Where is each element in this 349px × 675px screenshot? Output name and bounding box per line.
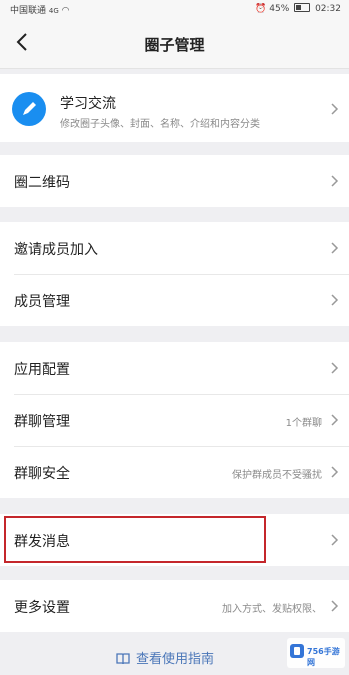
- chevron-right-icon: [331, 414, 339, 426]
- status-bar: 中国联通 4G ◠ ⏰ 45% 02:32: [0, 0, 349, 18]
- chevron-right-icon: [331, 534, 339, 546]
- status-left: 中国联通 4G ◠: [10, 3, 70, 16]
- chevron-right-icon: [331, 103, 339, 115]
- invite-members-label: 邀请成员加入: [14, 242, 98, 258]
- signal-label: 4G: [48, 7, 59, 15]
- group-chat-count: 1个群聊: [285, 418, 322, 429]
- watermark-logo-icon: [290, 644, 304, 658]
- more-settings-label: 更多设置: [14, 600, 70, 616]
- app-config-label: 应用配置: [14, 362, 70, 378]
- more-section: 更多设置 加入方式、发贴权限、: [0, 580, 349, 632]
- pencil-icon: [23, 102, 36, 115]
- group-chat-security-value: 保护群成员不受骚扰: [232, 470, 322, 481]
- nav-bar: 圈子管理: [0, 18, 349, 69]
- app-config-row[interactable]: 应用配置: [0, 342, 349, 394]
- watermark: 756手游网: [287, 638, 345, 668]
- members-section: 邀请成员加入 成员管理: [0, 222, 349, 326]
- page-title: 圈子管理: [144, 36, 205, 54]
- chevron-right-icon: [331, 242, 339, 254]
- book-icon: [116, 653, 130, 665]
- broadcast-section: 群发消息: [0, 514, 349, 566]
- qr-code-row[interactable]: 圈二维码: [0, 155, 349, 207]
- broadcast-message-label: 群发消息: [14, 534, 70, 550]
- chevron-right-icon: [331, 600, 339, 612]
- circle-avatar: [12, 92, 46, 126]
- chevron-right-icon: [331, 362, 339, 374]
- guide-link[interactable]: 查看使用指南: [116, 648, 214, 667]
- circle-info-section: 学习交流 修改圈子头像、封面、名称、介绍和内容分类: [0, 74, 349, 142]
- broadcast-message-row[interactable]: 群发消息: [0, 514, 349, 566]
- battery-percent: 45%: [269, 4, 290, 14]
- invite-members-row[interactable]: 邀请成员加入: [0, 222, 349, 274]
- battery-icon: [294, 3, 311, 12]
- group-chat-management-row[interactable]: 群聊管理 1个群聊: [0, 394, 349, 446]
- apps-section: 应用配置 群聊管理 1个群聊 群聊安全 保护群成员不受骚扰: [0, 342, 349, 498]
- chevron-right-icon: [331, 294, 339, 306]
- group-chat-management-label: 群聊管理: [14, 414, 70, 430]
- group-chat-security-row[interactable]: 群聊安全 保护群成员不受骚扰: [0, 446, 349, 498]
- member-management-label: 成员管理: [14, 294, 70, 310]
- watermark-text: 756手游网: [307, 647, 340, 667]
- more-settings-value: 加入方式、发贴权限、: [222, 604, 322, 615]
- alarm-icon: ⏰: [255, 4, 267, 14]
- group-chat-security-label: 群聊安全: [14, 466, 70, 482]
- status-right: ⏰ 45% 02:32: [255, 3, 341, 14]
- guide-label: 查看使用指南: [136, 652, 215, 667]
- chevron-right-icon: [331, 466, 339, 478]
- carrier-label: 中国联通: [10, 6, 47, 16]
- qr-code-label: 圈二维码: [14, 175, 70, 191]
- clock: 02:32: [315, 4, 341, 14]
- qr-section: 圈二维码: [0, 155, 349, 207]
- more-settings-row[interactable]: 更多设置 加入方式、发贴权限、: [0, 580, 349, 632]
- wifi-icon: ◠: [61, 6, 70, 16]
- member-management-row[interactable]: 成员管理: [0, 274, 349, 326]
- circle-name: 学习交流: [60, 96, 116, 112]
- circle-description: 修改圈子头像、封面、名称、介绍和内容分类: [60, 119, 260, 130]
- circle-info-row[interactable]: 学习交流 修改圈子头像、封面、名称、介绍和内容分类: [0, 74, 349, 142]
- chevron-right-icon: [331, 175, 339, 187]
